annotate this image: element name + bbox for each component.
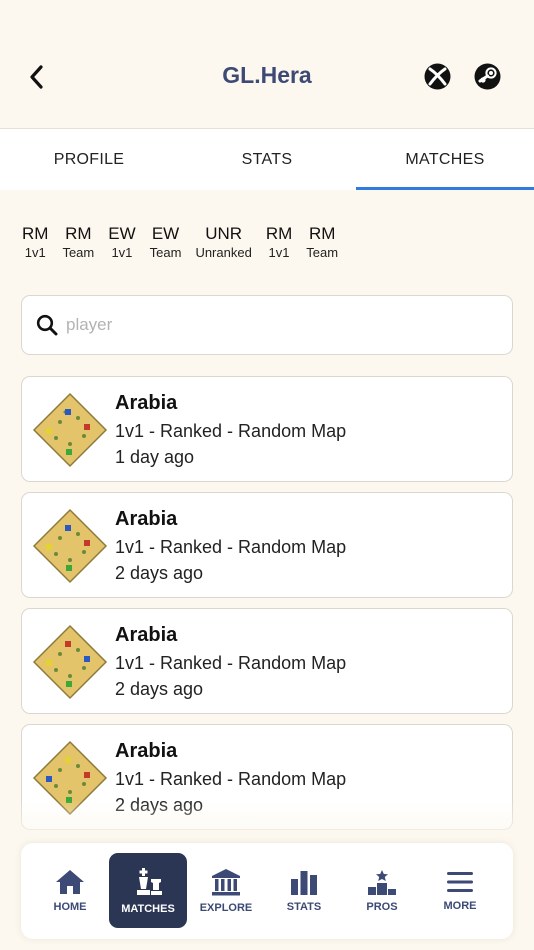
match-time: 2 days ago xyxy=(115,563,204,583)
match-card[interactable]: Arabia 1v1 - Ranked - Random Map 1 day a… xyxy=(21,376,513,482)
xbox-icon xyxy=(424,63,451,90)
player-search xyxy=(21,295,513,355)
podium-icon xyxy=(368,869,396,895)
bar-chart-icon xyxy=(291,870,317,895)
filter-label: EW xyxy=(108,224,136,243)
filter-label: RM xyxy=(308,224,336,243)
steam-icon xyxy=(474,63,501,90)
tab-matches[interactable]: MATCHES xyxy=(356,129,534,190)
app-header: GL.Hera xyxy=(0,0,534,128)
filter-rm-1v1-2[interactable]: RM 1v1 xyxy=(266,224,292,268)
nav-more[interactable]: MORE xyxy=(421,853,499,928)
steam-button[interactable] xyxy=(474,63,501,90)
match-mode: 1v1 - Ranked - Random Map xyxy=(115,769,347,789)
filter-sublabel: Team xyxy=(62,245,95,260)
match-time: 1 day ago xyxy=(115,447,195,467)
filter-ew-team[interactable]: EW Team xyxy=(150,224,182,268)
filter-label: UNR xyxy=(205,224,243,243)
match-map-name: Arabia xyxy=(115,392,178,414)
filter-label: EW xyxy=(151,224,180,243)
filter-unranked[interactable]: UNR Unranked xyxy=(195,224,251,268)
filter-label: RM xyxy=(22,224,49,243)
nav-label: MORE xyxy=(443,899,477,912)
filter-rm-team[interactable]: RM Team xyxy=(62,224,94,268)
filter-label: RM xyxy=(65,224,92,243)
leaderboard-filters: RM 1v1 RM Team EW 1v1 EW Team UNR Unrank… xyxy=(22,224,352,268)
filter-sublabel: 1v1 xyxy=(268,245,290,260)
bottom-navigation: HOME MATCHES EXPLORE STATS PROS MORE xyxy=(21,843,513,939)
filter-sublabel: Team xyxy=(149,245,182,260)
nav-label: EXPLORE xyxy=(199,901,253,914)
match-mode: 1v1 - Ranked - Random Map xyxy=(115,421,347,441)
filter-sublabel: Unranked xyxy=(195,245,252,260)
page-title: GL.Hera xyxy=(222,62,312,88)
match-mode: 1v1 - Ranked - Random Map xyxy=(115,653,347,673)
nav-stats[interactable]: STATS xyxy=(265,853,343,928)
match-card[interactable]: Arabia 1v1 - Ranked - Random Map 2 days … xyxy=(21,492,513,598)
match-map-name: Arabia xyxy=(115,740,178,762)
nav-explore[interactable]: EXPLORE xyxy=(187,853,265,928)
match-mode: 1v1 - Ranked - Random Map xyxy=(115,537,347,557)
nav-label: MATCHES xyxy=(121,902,175,915)
tab-profile[interactable]: PROFILE xyxy=(0,129,178,190)
xbox-button[interactable] xyxy=(424,63,451,90)
profile-tabs: PROFILE STATS MATCHES xyxy=(0,128,534,190)
filter-sublabel: 1v1 xyxy=(111,245,133,260)
filter-label: RM xyxy=(265,224,293,243)
building-icon xyxy=(212,868,240,895)
match-map-name: Arabia xyxy=(115,508,178,530)
filter-sublabel: 1v1 xyxy=(24,245,46,260)
arabia-map-icon xyxy=(32,624,108,700)
menu-icon xyxy=(447,871,473,892)
nav-label: PROS xyxy=(366,900,398,913)
search-input[interactable] xyxy=(66,315,466,335)
filter-sublabel: Team xyxy=(306,245,339,260)
nav-label: STATS xyxy=(286,900,322,913)
tab-stats[interactable]: STATS xyxy=(178,129,356,190)
nav-pros[interactable]: PROS xyxy=(343,853,421,928)
match-time: 2 days ago xyxy=(115,679,204,699)
match-card[interactable]: Arabia 1v1 - Ranked - Random Map 2 days … xyxy=(21,608,513,714)
home-icon xyxy=(56,869,84,894)
arabia-map-icon xyxy=(32,508,108,584)
filter-rm-team-2[interactable]: RM Team xyxy=(306,224,338,268)
match-map-name: Arabia xyxy=(115,624,178,646)
chess-icon xyxy=(137,867,162,895)
filter-rm-1v1[interactable]: RM 1v1 xyxy=(22,224,48,268)
filter-ew-1v1[interactable]: EW 1v1 xyxy=(108,224,135,268)
nav-matches[interactable]: MATCHES xyxy=(109,853,187,928)
arabia-map-icon xyxy=(32,392,108,468)
nav-home[interactable]: HOME xyxy=(31,853,109,928)
search-icon xyxy=(36,314,58,336)
nav-label: HOME xyxy=(53,900,87,913)
